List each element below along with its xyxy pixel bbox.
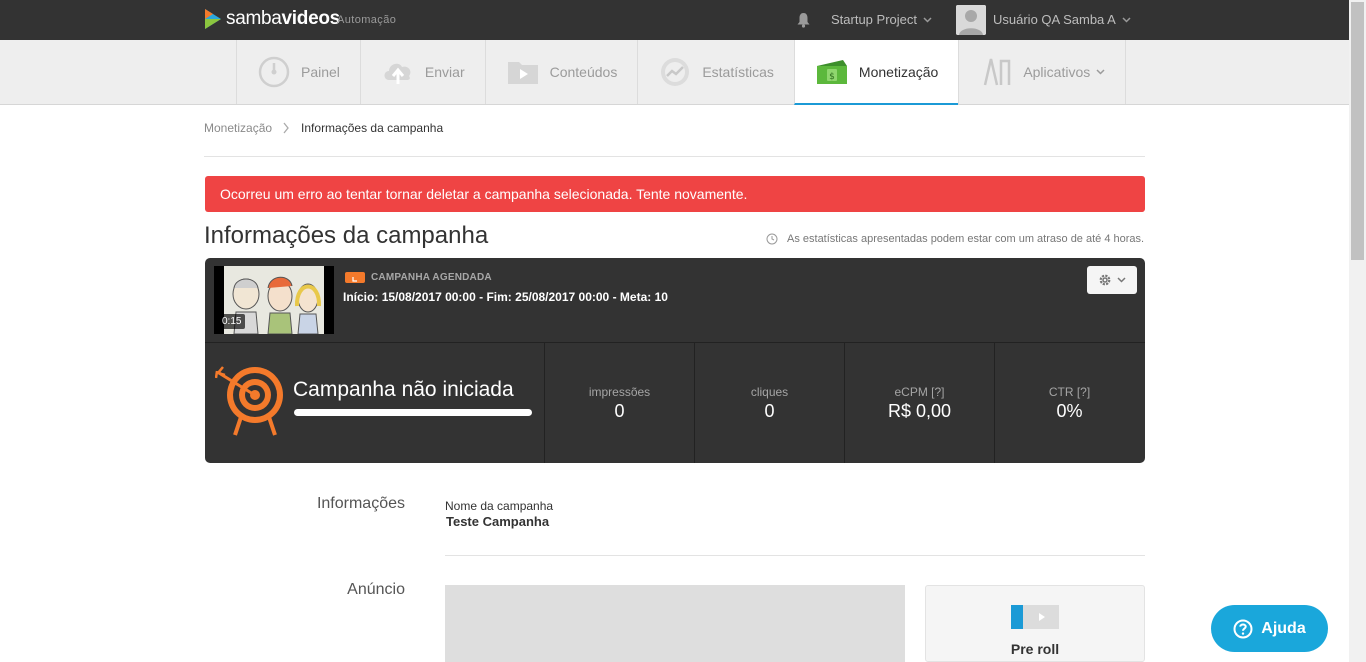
metric-impressoes: impressões 0 bbox=[544, 343, 694, 463]
metric-label[interactable]: CTR [?] bbox=[995, 385, 1144, 399]
breadcrumb-current: Informações da campanha bbox=[301, 121, 444, 135]
nav-item-estatisticas[interactable]: Estatísticas bbox=[637, 40, 794, 104]
section-label-informacoes: Informações bbox=[316, 495, 405, 512]
start-label: Início: bbox=[343, 290, 379, 304]
goal-label: Meta: bbox=[619, 290, 652, 304]
chevron-down-icon bbox=[1117, 277, 1126, 283]
dashboard-icon bbox=[258, 56, 290, 88]
alert-message: Ocorreu um erro ao tentar tornar deletar… bbox=[220, 186, 748, 202]
chevron-down-icon bbox=[1122, 16, 1131, 23]
question-icon bbox=[1233, 619, 1253, 638]
metric-cliques: cliques 0 bbox=[694, 343, 844, 463]
divider bbox=[204, 156, 1145, 157]
campaign-dates: Início: 15/08/2017 00:00 - Fim: 25/08/20… bbox=[343, 290, 668, 304]
nav-label: Conteúdos bbox=[549, 64, 618, 80]
video-thumbnail[interactable]: 0:15 bbox=[214, 266, 334, 334]
gear-icon bbox=[1099, 274, 1111, 286]
metric-value: R$ 0,00 bbox=[887, 401, 952, 421]
nav-item-enviar[interactable]: Enviar bbox=[359, 40, 485, 104]
scrollbar-thumb[interactable] bbox=[1351, 2, 1364, 260]
project-selector[interactable]: Startup Project bbox=[831, 12, 932, 27]
nav-label: Painel bbox=[301, 64, 340, 80]
divider bbox=[445, 555, 1145, 556]
user-menu[interactable]: Usuário QA Samba A bbox=[993, 12, 1131, 27]
top-bar: sambavideos Automação Startup Project Us… bbox=[0, 0, 1349, 40]
clock-icon bbox=[766, 233, 778, 245]
logo-text: sambavideos bbox=[226, 8, 340, 29]
user-name: Usuário QA Samba A bbox=[993, 12, 1116, 27]
nav-label: Aplicativos bbox=[1023, 64, 1091, 80]
breadcrumb: Monetização Informações da campanha bbox=[204, 121, 443, 135]
avatar[interactable] bbox=[956, 5, 986, 35]
metric-label[interactable]: eCPM [?] bbox=[845, 385, 994, 399]
nav-item-monetizacao[interactable]: $ Monetização bbox=[793, 40, 959, 105]
nav-label: Estatísticas bbox=[702, 64, 774, 80]
project-name: Startup Project bbox=[831, 12, 917, 27]
nav-item-conteudos[interactable]: Conteúdos bbox=[484, 40, 638, 104]
calendar-icon bbox=[345, 272, 365, 283]
logo-subtitle: Automação bbox=[337, 14, 397, 26]
target-icon bbox=[215, 366, 283, 436]
chevron-down-icon bbox=[923, 16, 932, 23]
ad-type-card[interactable]: Pre roll bbox=[925, 585, 1145, 662]
avatar-icon bbox=[956, 5, 986, 35]
end-date: 25/08/2017 00:00 bbox=[515, 290, 610, 304]
nav-label: Enviar bbox=[424, 64, 465, 80]
logo-icon bbox=[205, 9, 221, 29]
help-button[interactable]: Ajuda bbox=[1211, 605, 1328, 652]
error-alert: Ocorreu um erro ao tentar tornar deletar… bbox=[205, 176, 1145, 212]
nav-item-painel[interactable]: Painel bbox=[236, 40, 360, 104]
svg-text:$: $ bbox=[829, 72, 835, 82]
folder-icon bbox=[507, 62, 538, 84]
breadcrumb-link-monetizacao[interactable]: Monetização bbox=[204, 121, 272, 135]
apps-icon bbox=[984, 58, 1011, 86]
stats-note-text: As estatísticas apresentadas podem estar… bbox=[787, 233, 1145, 245]
metric-ecpm: eCPM [?] R$ 0,00 bbox=[844, 343, 994, 463]
bell-icon[interactable] bbox=[796, 12, 811, 28]
campaign-metrics: impressões 0 cliques 0 eCPM [?] R$ 0,00 … bbox=[544, 343, 1144, 463]
stats-delay-note: As estatísticas apresentadas podem estar… bbox=[766, 233, 1144, 245]
nav-label: Monetização bbox=[858, 63, 939, 80]
ad-preview[interactable] bbox=[445, 585, 905, 662]
metric-label: cliques bbox=[750, 385, 789, 399]
metric-value: 0 bbox=[764, 401, 775, 421]
main-nav: Painel Enviar Conteúdos Estatísticas $ M… bbox=[0, 40, 1349, 105]
metric-value: 0 bbox=[614, 401, 625, 421]
campaign-status: CAMPANHA AGENDADA bbox=[345, 272, 492, 283]
campaign-name-value: Teste Campanha bbox=[446, 514, 550, 529]
metric-ctr: CTR [?] 0% bbox=[994, 343, 1144, 463]
video-duration: 0:15 bbox=[218, 314, 246, 329]
status-label: CAMPANHA AGENDADA bbox=[371, 272, 492, 283]
upload-cloud-icon bbox=[384, 63, 411, 84]
campaign-name-label: Nome da campanha bbox=[445, 499, 554, 513]
end-label: Fim: bbox=[486, 290, 512, 304]
chevron-right-icon bbox=[283, 122, 289, 134]
stats-icon bbox=[661, 58, 690, 86]
help-label: Ajuda bbox=[1261, 619, 1306, 637]
logo[interactable]: sambavideos bbox=[204, 8, 340, 30]
section-label-anuncio: Anúncio bbox=[347, 581, 405, 598]
start-date: 15/08/2017 00:00 bbox=[381, 290, 476, 304]
money-icon: $ bbox=[816, 59, 847, 84]
preroll-icon bbox=[1011, 605, 1059, 629]
page-title: Informações da campanha bbox=[204, 222, 489, 249]
goal-value: 10 bbox=[654, 290, 668, 304]
metric-label: impressões bbox=[588, 385, 651, 399]
settings-dropdown-button[interactable] bbox=[1087, 266, 1137, 294]
ad-type-label: Pre roll bbox=[1010, 641, 1060, 657]
chevron-down-icon bbox=[1096, 69, 1105, 75]
campaign-state: Campanha não iniciada bbox=[293, 378, 514, 401]
nav-item-aplicativos[interactable]: Aplicativos bbox=[958, 40, 1127, 104]
campaign-card: 0:15 CAMPANHA AGENDADA Início: 15/08/201… bbox=[205, 258, 1145, 463]
campaign-progress-bar bbox=[294, 409, 532, 416]
metric-value: 0% bbox=[1056, 401, 1083, 421]
